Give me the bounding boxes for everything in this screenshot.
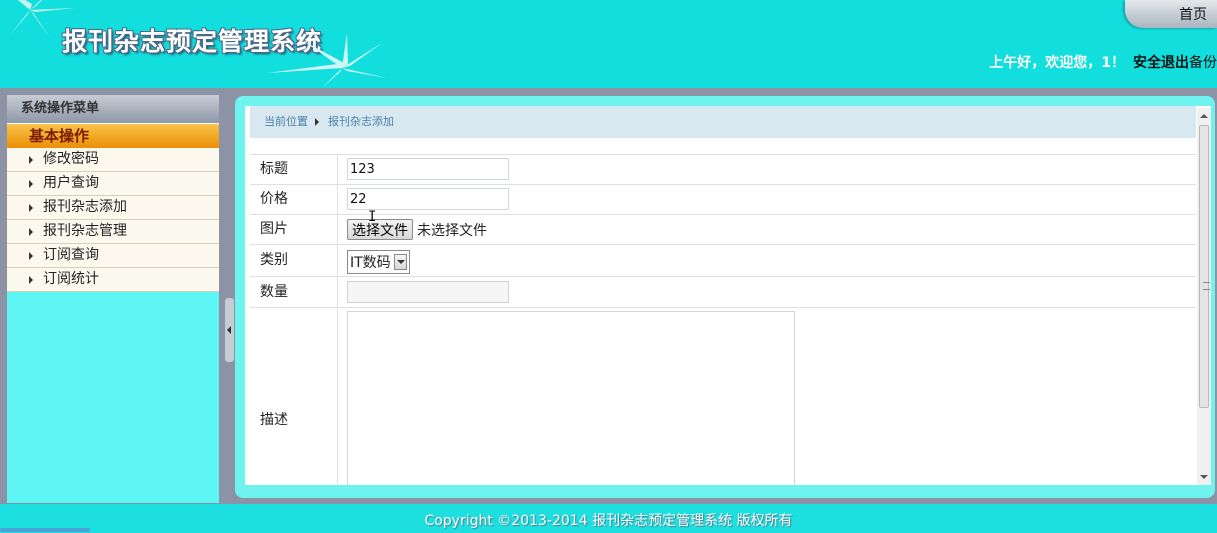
quantity-label: 数量 <box>250 277 338 307</box>
form-row-quantity: 数量 <box>250 277 1196 308</box>
category-value: IT数码 <box>350 255 391 271</box>
sidebar-item-user-query[interactable]: 用户查询 <box>7 172 219 196</box>
home-label[interactable]: 首页 <box>1179 4 1207 24</box>
quantity-input[interactable] <box>347 281 509 303</box>
title-input[interactable] <box>347 158 509 180</box>
logout-link[interactable]: 安全退出 <box>1133 55 1189 71</box>
footer: Copyright ©2013-2014 报刊杂志预定管理系统 版权所有 <box>0 504 1217 533</box>
sidebar-item-manage-magazine[interactable]: 报刊杂志管理 <box>7 220 219 244</box>
main-panel: 当前位置 报刊杂志添加 标题 价格 图片 选择文件未选择文件 类别 IT数码 数量 <box>235 96 1215 498</box>
caret-right-icon <box>29 276 33 284</box>
form-row-image: 图片 选择文件 未选择文件 <box>250 215 1196 245</box>
price-input[interactable] <box>347 188 509 210</box>
form-row-category: 类别 IT数码 <box>250 245 1196 277</box>
sidebar-item-subscription-query[interactable]: 订阅查询 <box>7 244 219 268</box>
magazine-form: 标题 价格 图片 选择文件未选择文件 类别 IT数码 数量 描述 <box>250 154 1196 485</box>
caret-right-icon <box>29 180 33 188</box>
sidebar-item-label: 订阅统计 <box>43 271 99 287</box>
sidebar-item-label: 报刊杂志添加 <box>43 199 127 215</box>
sidebar-item-subscription-stats[interactable]: 订阅统计 <box>7 268 219 292</box>
scroll-down-icon[interactable] <box>1200 475 1208 479</box>
category-label: 类别 <box>250 245 338 276</box>
form-row-description: 描述 <box>250 308 1196 485</box>
sidebar-item-label: 报刊杂志管理 <box>43 223 127 239</box>
description-textarea[interactable] <box>347 311 795 485</box>
sidebar-item-label: 用户查询 <box>43 175 99 191</box>
sidebar-item-add-magazine[interactable]: 报刊杂志添加 <box>7 196 219 220</box>
caret-right-icon <box>29 228 33 236</box>
file-status: 未选择文件 <box>417 223 487 239</box>
title-label: 标题 <box>250 155 338 184</box>
caret-right-icon <box>29 156 33 164</box>
home-tab[interactable]: 首页 <box>1125 0 1217 28</box>
sidebar: 系统操作菜单 基本操作 修改密码 用户查询 报刊杂志添加 报刊杂志管理 订阅查询… <box>7 95 219 503</box>
form-row-price: 价格 <box>250 185 1196 215</box>
chevron-down-icon[interactable] <box>393 254 407 270</box>
content-frame: 当前位置 报刊杂志添加 标题 价格 图片 选择文件未选择文件 类别 IT数码 数量 <box>245 106 1211 485</box>
breadcrumb-current-label: 当前位置 <box>264 115 308 128</box>
header: 报刊杂志预定管理系统 首页 上午好，欢迎您，1！ 安全退出备份 <box>0 0 1217 88</box>
backup-link[interactable]: 备份 <box>1189 55 1217 71</box>
form-row-title: 标题 <box>250 155 1196 185</box>
sidebar-item-label: 修改密码 <box>43 151 99 167</box>
choose-file-button[interactable]: 选择文件 <box>347 219 413 240</box>
copyright-text: Copyright ©2013-2014 报刊杂志预定管理系统 版权所有 <box>424 513 793 529</box>
user-bar: 上午好，欢迎您，1！ 安全退出备份 <box>989 52 1217 72</box>
price-label: 价格 <box>250 185 338 214</box>
image-label: 图片 <box>250 215 338 244</box>
scroll-up-icon[interactable] <box>1200 114 1208 118</box>
sidebar-item-change-password[interactable]: 修改密码 <box>7 148 219 172</box>
breadcrumb: 当前位置 报刊杂志添加 <box>250 106 1196 138</box>
category-select[interactable]: IT数码 <box>347 250 410 274</box>
text-cursor-icon: I <box>368 209 377 225</box>
menu-group-basic[interactable]: 基本操作 <box>7 123 219 148</box>
sidebar-header: 系统操作菜单 <box>7 95 219 123</box>
breadcrumb-page: 报刊杂志添加 <box>328 115 394 128</box>
caret-right-icon <box>315 118 319 126</box>
greeting-text: 上午好，欢迎您，1！ <box>989 55 1125 71</box>
decorative-palm-icon <box>267 33 387 88</box>
caret-right-icon <box>29 252 33 260</box>
sidebar-item-label: 订阅查询 <box>43 247 99 263</box>
description-label: 描述 <box>250 308 338 485</box>
caret-right-icon <box>29 204 33 212</box>
horizontal-scrollbar[interactable] <box>0 528 90 532</box>
scrollbar-thumb[interactable] <box>1199 125 1210 408</box>
sidebar-collapse-handle[interactable] <box>225 298 234 362</box>
grip-icon <box>1203 282 1210 290</box>
vertical-scrollbar[interactable] <box>1197 108 1211 485</box>
